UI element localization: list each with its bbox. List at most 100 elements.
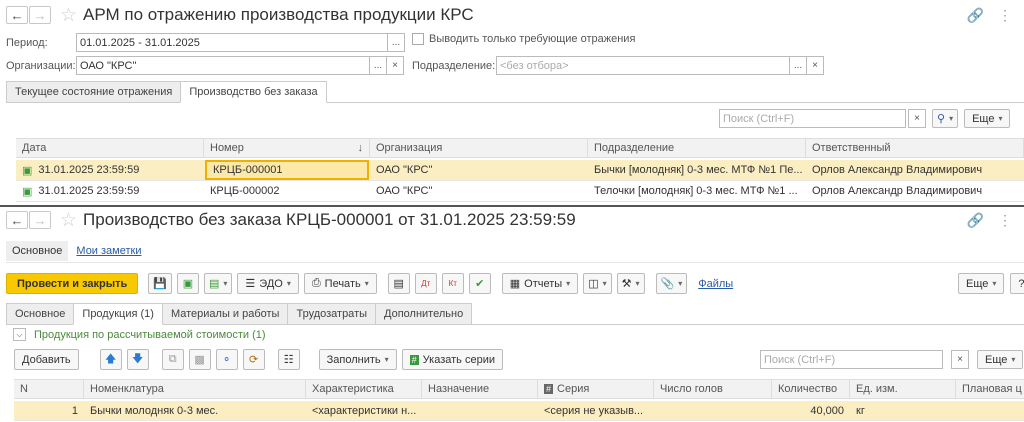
col-item[interactable]: Номенклатура: [84, 380, 306, 398]
save-icon[interactable]: 💾: [148, 273, 172, 294]
favorite-star-icon[interactable]: ☆: [60, 6, 77, 25]
files-link[interactable]: Файлы: [698, 278, 733, 290]
report-icon: ▦: [509, 278, 521, 290]
more-vertical-icon[interactable]: ⋮: [998, 7, 1012, 24]
period-select-button[interactable]: ...: [387, 33, 405, 52]
create-based-icon[interactable]: ▤ ▾: [204, 273, 233, 294]
col-characteristic[interactable]: Характеристика: [306, 380, 422, 398]
row-characteristic[interactable]: <характеристики н...: [306, 401, 422, 420]
print-label: Печать: [324, 277, 361, 290]
row-qty[interactable]: 40,000: [772, 401, 850, 420]
search-placeholder: Поиск (Ctrl+F): [723, 112, 795, 125]
arm-grid-header: Дата Номер ↓ Организация Подразделение От…: [16, 138, 1024, 158]
row-plan-price[interactable]: [956, 401, 1024, 420]
more-button[interactable]: Еще ▾: [958, 273, 1005, 294]
tab-production-no-order[interactable]: Производство без заказа: [180, 81, 327, 103]
dt-kt-icon[interactable]: Дт: [414, 273, 437, 294]
post-and-close-button[interactable]: Провести и закрыть: [6, 273, 139, 294]
arm-window: ← → ☆ АРМ по отражению производства прод…: [0, 0, 1024, 205]
paste-icon[interactable]: ▩: [188, 349, 211, 370]
dept-select-button[interactable]: ...: [789, 56, 807, 75]
tools-icon[interactable]: ⚒ ▾: [616, 273, 645, 294]
post-icon[interactable]: ▣: [177, 273, 199, 294]
row-date: 31.01.2025 23:59:59: [38, 185, 140, 197]
col-dept[interactable]: Подразделение: [588, 139, 806, 157]
org-clear-button[interactable]: ×: [386, 56, 404, 75]
forward-button[interactable]: →: [29, 6, 51, 24]
share-icon[interactable]: ⚬: [215, 349, 238, 370]
col-resp[interactable]: Ответственный: [806, 139, 1024, 157]
products-search-clear-button[interactable]: ×: [951, 350, 969, 369]
row-purpose[interactable]: [422, 401, 538, 420]
help-button[interactable]: ?: [1010, 273, 1024, 294]
back-button[interactable]: ←: [6, 211, 28, 229]
document-journal-icon[interactable]: ▤: [387, 273, 410, 294]
copy-icon[interactable]: ⧉: [161, 349, 184, 370]
products-more-button[interactable]: Еще ▾: [977, 350, 1024, 369]
tab-main[interactable]: Основное: [6, 303, 75, 325]
move-up-icon[interactable]: 🡅: [99, 349, 122, 370]
dept-clear-button[interactable]: ×: [806, 56, 824, 75]
move-down-icon[interactable]: 🡇: [126, 349, 149, 370]
tab-additional[interactable]: Дополнительно: [375, 303, 473, 325]
col-qty[interactable]: Количество: [772, 380, 850, 398]
collapse-group-icon[interactable]: ⌵: [13, 328, 26, 341]
period-input[interactable]: 01.01.2025 - 31.01.2025: [76, 33, 388, 52]
search-clear-button[interactable]: ×: [908, 109, 926, 128]
table-row[interactable]: ▣ 31.01.2025 23:59:59 КРЦБ-000002 ОАО "КР…: [16, 181, 1024, 202]
print-button[interactable]: ⎙ Печать ▾: [303, 273, 377, 294]
table-row[interactable]: 1 Бычки молодняк 0-3 мес. <характеристик…: [14, 401, 1024, 421]
col-purpose[interactable]: Назначение: [422, 380, 538, 398]
tab-materials[interactable]: Материалы и работы: [161, 303, 289, 325]
pick-icon[interactable]: ⟳: [242, 349, 265, 370]
favorite-star-icon[interactable]: ☆: [60, 211, 77, 230]
search-input[interactable]: Поиск (Ctrl+F): [719, 109, 906, 128]
more-vertical-icon[interactable]: ⋮: [998, 212, 1012, 229]
org-select-button[interactable]: ...: [369, 56, 387, 75]
link-icon[interactable]: 🔗: [967, 212, 984, 229]
only-required-checkbox[interactable]: [412, 33, 424, 45]
printer-icon: ⎙: [311, 277, 321, 289]
products-search-input[interactable]: Поиск (Ctrl+F): [760, 350, 943, 369]
barcode-icon[interactable]: ☷: [277, 349, 300, 370]
row-number[interactable]: КРЦБ-000001: [205, 160, 369, 180]
col-number[interactable]: Номер ↓: [204, 139, 370, 157]
col-n[interactable]: N: [14, 380, 84, 398]
period-label: Период:: [6, 36, 48, 49]
back-button[interactable]: ←: [6, 6, 28, 24]
row-dept: Телочки [молодняк] 0-3 мес. МТФ №1 ...: [594, 185, 798, 197]
col-unit[interactable]: Ед. изм.: [850, 380, 956, 398]
col-date[interactable]: Дата: [16, 139, 204, 157]
col-heads[interactable]: Число голов: [654, 380, 772, 398]
set-series-label: Указать серии: [422, 353, 495, 366]
set-series-button[interactable]: # Указать серии: [401, 349, 503, 370]
row-series[interactable]: <серия не указыв...: [538, 401, 654, 420]
col-org[interactable]: Организация: [370, 139, 588, 157]
add-button[interactable]: Добавить: [14, 349, 79, 370]
related-docs-icon[interactable]: ◫ ▾: [583, 273, 612, 294]
col-plan-price[interactable]: Плановая ц: [956, 380, 1024, 398]
posted-doc-icon: ▣: [22, 164, 33, 177]
tab-current-state[interactable]: Текущее состояние отражения: [6, 81, 182, 103]
org-input[interactable]: ОАО "КРС": [76, 56, 370, 75]
checkmark-icon[interactable]: ✔: [468, 273, 491, 294]
search-button[interactable]: ⚲ ▾: [932, 109, 959, 128]
tab-products[interactable]: Продукция (1): [73, 303, 163, 325]
attachment-icon[interactable]: 📎 ▾: [655, 273, 688, 294]
row-heads[interactable]: [654, 401, 772, 420]
reports-button[interactable]: ▦ Отчеты ▾: [501, 273, 579, 294]
fill-button[interactable]: Заполнить ▾: [318, 349, 397, 370]
forward-button[interactable]: →: [29, 211, 51, 229]
more-button[interactable]: Еще ▾: [964, 109, 1011, 128]
nav-main[interactable]: Основное: [6, 240, 69, 261]
row-unit[interactable]: кг: [850, 401, 956, 420]
col-series[interactable]: # Серия: [538, 380, 654, 398]
row-item[interactable]: Бычки молодняк 0-3 мес.: [84, 401, 306, 420]
edo-button[interactable]: ☰ ЭДО ▾: [237, 273, 299, 294]
tab-labor[interactable]: Трудозатраты: [287, 303, 377, 325]
dept-input[interactable]: <без отбора>: [496, 56, 790, 75]
table-row[interactable]: ▣ 31.01.2025 23:59:59 КРЦБ-000001 ОАО "КР…: [16, 160, 1024, 181]
link-icon[interactable]: 🔗: [967, 7, 984, 24]
nav-my-notes[interactable]: Мои заметки: [76, 245, 141, 257]
dt-kt-journal-icon[interactable]: Кт: [441, 273, 464, 294]
